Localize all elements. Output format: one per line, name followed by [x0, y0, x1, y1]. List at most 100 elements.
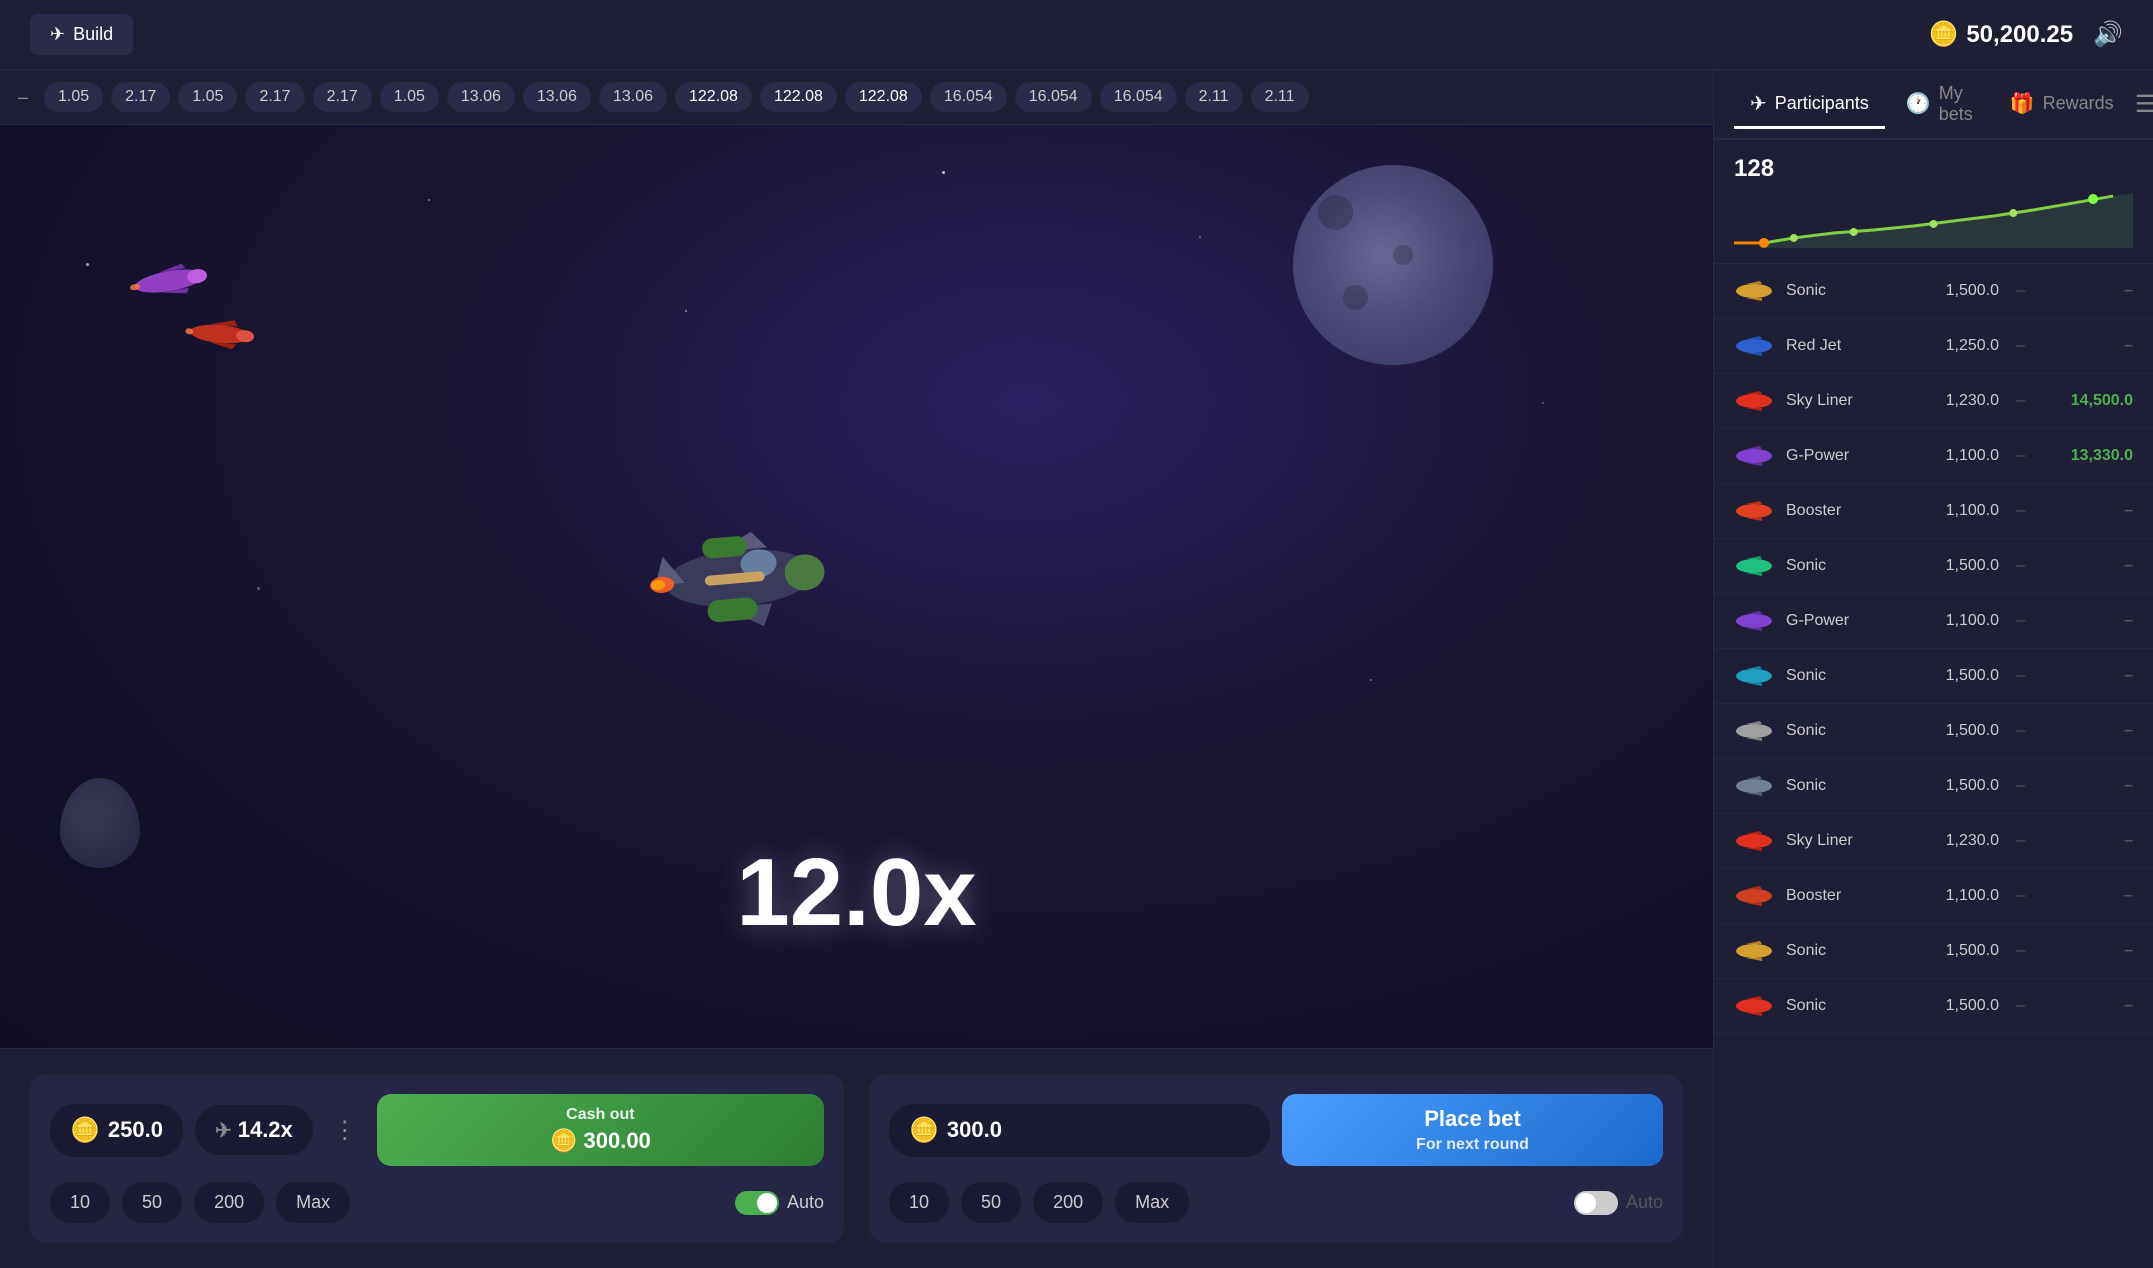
mult-badge-16[interactable]: 2.11	[1251, 82, 1309, 112]
mult-badge-10[interactable]: 122.08	[760, 82, 837, 112]
bet-panel-2: 🪙 300.0 Place bet For next round 10 50 2…	[869, 1074, 1683, 1243]
mult-badge-3[interactable]: 2.17	[245, 82, 304, 112]
quick-bet-200-2[interactable]: 200	[1033, 1182, 1103, 1223]
quick-bet-200-1[interactable]: 200	[194, 1182, 264, 1223]
bottom-controls: 🪙 250.0 ✈ 14.2x ⋮ Cash out 🪙 300.00	[0, 1048, 1713, 1268]
dots-button[interactable]: ⋮	[325, 1108, 365, 1153]
auto-toggle-1: Auto	[735, 1191, 824, 1215]
participant-row: Red Jet 1,250.0 – –	[1714, 319, 2153, 374]
place-bet-button[interactable]: Place bet For next round	[1282, 1094, 1663, 1166]
bet-multiplier-value: 14.2x	[238, 1117, 293, 1143]
participant-avatar	[1734, 276, 1774, 306]
participant-name: Sonic	[1786, 667, 1907, 685]
mult-badge-0[interactable]: 1.05	[44, 82, 103, 112]
right-panel-header: ✈ Participants 🕐 My bets 🎁 Rewards ☰	[1714, 70, 2153, 140]
multiplier-value: 12.0x	[736, 839, 976, 946]
auto-switch-1[interactable]	[735, 1191, 779, 1215]
coin-icon-2: 🪙	[909, 1116, 939, 1145]
participant-bet: 1,230.0	[1919, 832, 1999, 850]
quick-bet-10-1[interactable]: 10	[50, 1182, 110, 1223]
rewards-icon: 🎁	[2010, 91, 2035, 116]
auto-switch-2[interactable]	[1574, 1191, 1618, 1215]
tab-participants[interactable]: ✈ Participants	[1734, 81, 1885, 129]
mult-dash[interactable]: –	[10, 81, 36, 114]
mult-badge-7[interactable]: 13.06	[523, 82, 591, 112]
star	[1199, 236, 1201, 238]
star	[428, 199, 430, 201]
mult-badge-11[interactable]: 122.08	[845, 82, 922, 112]
mult-badge-14[interactable]: 16.054	[1100, 82, 1177, 112]
participant-bet: 1,230.0	[1919, 392, 1999, 410]
participant-win: –	[2043, 887, 2133, 905]
participant-name: Sonic	[1786, 722, 1907, 740]
participant-name: Red Jet	[1786, 337, 1907, 355]
my-bets-label: My bets	[1939, 83, 1973, 125]
tab-rewards[interactable]: 🎁 Rewards	[1994, 81, 2130, 129]
multiplier-bar: – 1.05 2.17 1.05 2.17 2.17 1.05 13.06 13…	[0, 70, 1713, 125]
mult-badge-6[interactable]: 13.06	[447, 82, 515, 112]
participant-bet: 1,100.0	[1919, 502, 1999, 520]
participant-avatar	[1734, 826, 1774, 856]
bet-panel-2-top-row: 🪙 300.0 Place bet For next round	[889, 1094, 1663, 1166]
participant-name: Sonic	[1786, 942, 1907, 960]
moon	[1293, 165, 1493, 365]
participant-row: Sonic 1,500.0 – –	[1714, 704, 2153, 759]
participant-dash1: –	[2011, 722, 2031, 740]
cashout-button[interactable]: Cash out 🪙 300.00	[377, 1094, 824, 1166]
build-button[interactable]: ✈ Build	[30, 14, 133, 55]
star	[1542, 402, 1544, 404]
participant-name: Sonic	[1786, 282, 1907, 300]
mult-badge-9[interactable]: 122.08	[675, 82, 752, 112]
mult-badge-1[interactable]: 2.17	[111, 82, 170, 112]
participant-row: Sky Liner 1,230.0 – –	[1714, 814, 2153, 869]
menu-button[interactable]: ☰	[2135, 90, 2153, 119]
moon-crater	[1393, 245, 1413, 265]
participant-dash1: –	[2011, 337, 2031, 355]
bet-amount-value-1: 250.0	[108, 1117, 163, 1143]
participant-name: G-Power	[1786, 612, 1907, 630]
auto-label-1: Auto	[787, 1192, 824, 1213]
participant-win: 14,500.0	[2043, 392, 2133, 410]
sound-button[interactable]: 🔊	[2093, 20, 2123, 49]
participant-avatar	[1734, 936, 1774, 966]
bet-panel-1: 🪙 250.0 ✈ 14.2x ⋮ Cash out 🪙 300.00	[30, 1074, 844, 1243]
quick-bet-50-2[interactable]: 50	[961, 1182, 1021, 1223]
participant-row: G-Power 1,100.0 – –	[1714, 594, 2153, 649]
quick-bet-10-2[interactable]: 10	[889, 1182, 949, 1223]
participant-bet: 1,500.0	[1919, 722, 1999, 740]
quick-bet-50-1[interactable]: 50	[122, 1182, 182, 1223]
participant-win: –	[2043, 777, 2133, 795]
participant-bet: 1,100.0	[1919, 887, 1999, 905]
participant-avatar	[1734, 331, 1774, 361]
participant-row: Sonic 1,500.0 – –	[1714, 759, 2153, 814]
tab-my-bets[interactable]: 🕐 My bets	[1890, 73, 1989, 138]
bet-amount-display-2: 🪙 300.0	[889, 1104, 1270, 1157]
participant-bet: 1,500.0	[1919, 667, 1999, 685]
participant-row: Sonic 1,500.0 – –	[1714, 979, 2153, 1034]
main-plane	[644, 505, 837, 678]
mult-badge-5[interactable]: 1.05	[380, 82, 439, 112]
small-plane-2	[183, 307, 257, 365]
participant-name: Booster	[1786, 502, 1907, 520]
participant-bet: 1,500.0	[1919, 997, 1999, 1015]
participant-win: –	[2043, 667, 2133, 685]
participant-avatar	[1734, 661, 1774, 691]
mult-badge-15[interactable]: 2.11	[1185, 82, 1243, 112]
participant-avatar	[1734, 496, 1774, 526]
mult-badge-8[interactable]: 13.06	[599, 82, 667, 112]
participant-bet: 1,500.0	[1919, 557, 1999, 575]
participant-avatar	[1734, 716, 1774, 746]
star	[1370, 679, 1372, 681]
chart-number: 128	[1734, 155, 2133, 183]
quick-bet-max-2[interactable]: Max	[1115, 1182, 1189, 1223]
mult-badge-4[interactable]: 2.17	[313, 82, 372, 112]
participant-avatar	[1734, 606, 1774, 636]
participant-bet: 1,500.0	[1919, 777, 1999, 795]
mult-badge-12[interactable]: 16.054	[930, 82, 1007, 112]
participant-row: Sonic 1,500.0 – –	[1714, 649, 2153, 704]
mult-badge-13[interactable]: 16.054	[1015, 82, 1092, 112]
mult-badge-2[interactable]: 1.05	[178, 82, 237, 112]
right-panel: ✈ Participants 🕐 My bets 🎁 Rewards ☰ 128	[1713, 70, 2153, 1268]
quick-bet-max-1[interactable]: Max	[276, 1182, 350, 1223]
plane-icon-small: ✈	[215, 1118, 232, 1143]
